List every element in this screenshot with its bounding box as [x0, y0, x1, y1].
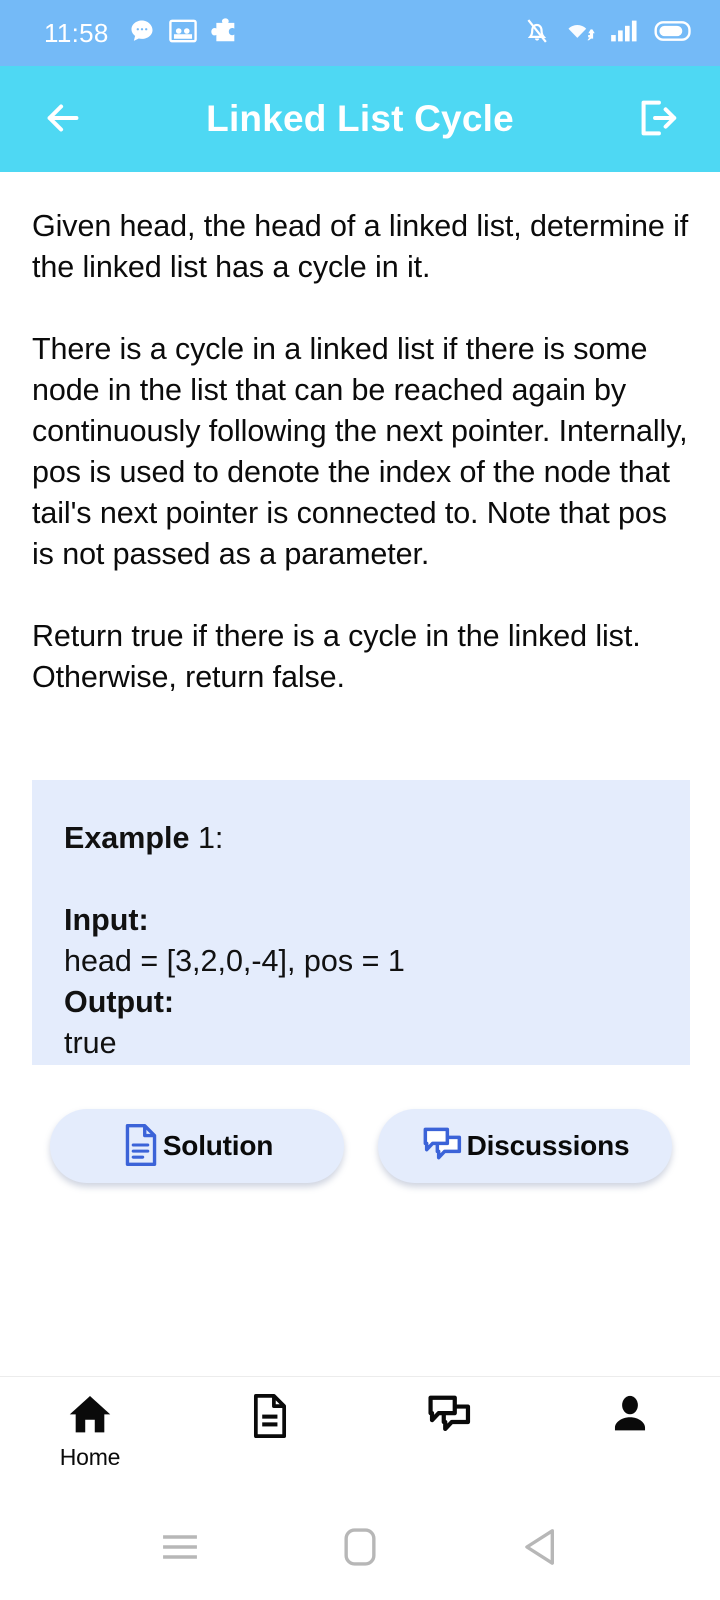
solution-button-label: Solution: [162, 1130, 274, 1161]
home-button[interactable]: [325, 1513, 395, 1583]
chat-bubble-icon: [128, 17, 156, 50]
page-title: Linked List Cycle: [206, 98, 514, 139]
example-heading-bold: Example: [64, 821, 190, 855]
status-bar: 11:58: [0, 0, 720, 66]
example-heading: Example 1:: [64, 818, 654, 859]
solution-button[interactable]: Solution: [50, 1109, 344, 1183]
document-icon: [250, 1393, 290, 1442]
app-bar: Linked List Cycle: [0, 66, 720, 172]
example-input-value: head = [3,2,0,-4], pos = 1: [64, 944, 405, 978]
bottom-navigation: Home: [0, 1376, 720, 1496]
example-box: Example 1: Input: head = [3,2,0,-4], pos…: [32, 780, 690, 1065]
system-navigation-bar: [0, 1496, 720, 1600]
chat-bubbles-icon: [421, 1125, 465, 1168]
action-buttons: Solution Discussions: [32, 1109, 690, 1183]
arrow-left-icon: [40, 95, 86, 144]
example-output-value: true: [64, 1026, 117, 1060]
logout-button[interactable]: [628, 89, 686, 150]
nav-item-home-label: Home: [59, 1444, 121, 1470]
nav-item-profile[interactable]: [540, 1393, 720, 1446]
example-output-label: Output:: [64, 985, 175, 1019]
home-icon: [67, 1393, 113, 1438]
example-input-label: Input:: [64, 903, 149, 937]
nav-item-home[interactable]: Home: [0, 1393, 180, 1471]
status-bar-right: [524, 17, 694, 50]
wifi-icon: [564, 18, 596, 49]
logout-icon: [634, 95, 680, 144]
app-root: 11:58 Linked List Cycle Given head, the …: [0, 0, 720, 1600]
problem-paragraph-1: Given head, the head of a linked list, d…: [32, 209, 689, 284]
person-icon: [608, 1393, 652, 1440]
nav-item-solutions[interactable]: [180, 1393, 360, 1448]
discussions-button[interactable]: Discussions: [378, 1109, 672, 1183]
battery-icon: [654, 19, 694, 48]
photo-icon: [168, 18, 197, 49]
back-button[interactable]: [34, 89, 92, 150]
back-triangle-icon: [521, 1527, 559, 1570]
document-icon: [121, 1123, 161, 1170]
example-spacer: [64, 859, 654, 900]
notification-off-icon: [524, 17, 550, 50]
status-bar-left: 11:58: [44, 17, 236, 50]
puzzle-piece-icon: [210, 17, 236, 50]
cellular-signal-icon: [610, 18, 640, 49]
nav-item-discussions[interactable]: [360, 1393, 540, 1446]
status-time: 11:58: [44, 17, 109, 48]
chat-bubbles-icon: [426, 1393, 474, 1440]
example-heading-rest: 1:: [189, 821, 224, 855]
problem-content: Given head, the head of a linked list, d…: [0, 172, 720, 1376]
recents-menu-icon: [160, 1530, 200, 1567]
problem-paragraph-3: Return true if there is a cycle in the l…: [32, 619, 641, 694]
discussions-button-label: Discussions: [466, 1130, 630, 1161]
back-button-system[interactable]: [505, 1513, 575, 1583]
recents-button[interactable]: [145, 1513, 215, 1583]
problem-paragraph-2: There is a cycle in a linked list if the…: [32, 332, 688, 571]
home-square-icon: [343, 1527, 377, 1570]
